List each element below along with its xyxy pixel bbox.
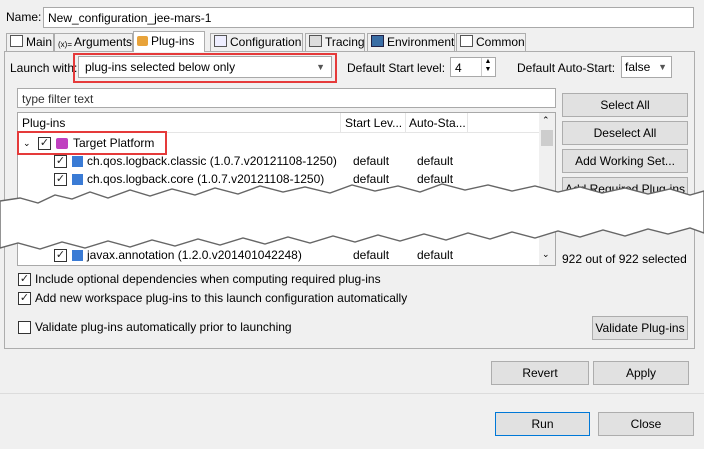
- tab-plugins[interactable]: Plug-ins: [133, 31, 205, 52]
- tab-plugins-label: Plug-ins: [151, 34, 195, 48]
- torn-edge-overlay: [0, 183, 704, 250]
- plugin-icon: [137, 36, 148, 46]
